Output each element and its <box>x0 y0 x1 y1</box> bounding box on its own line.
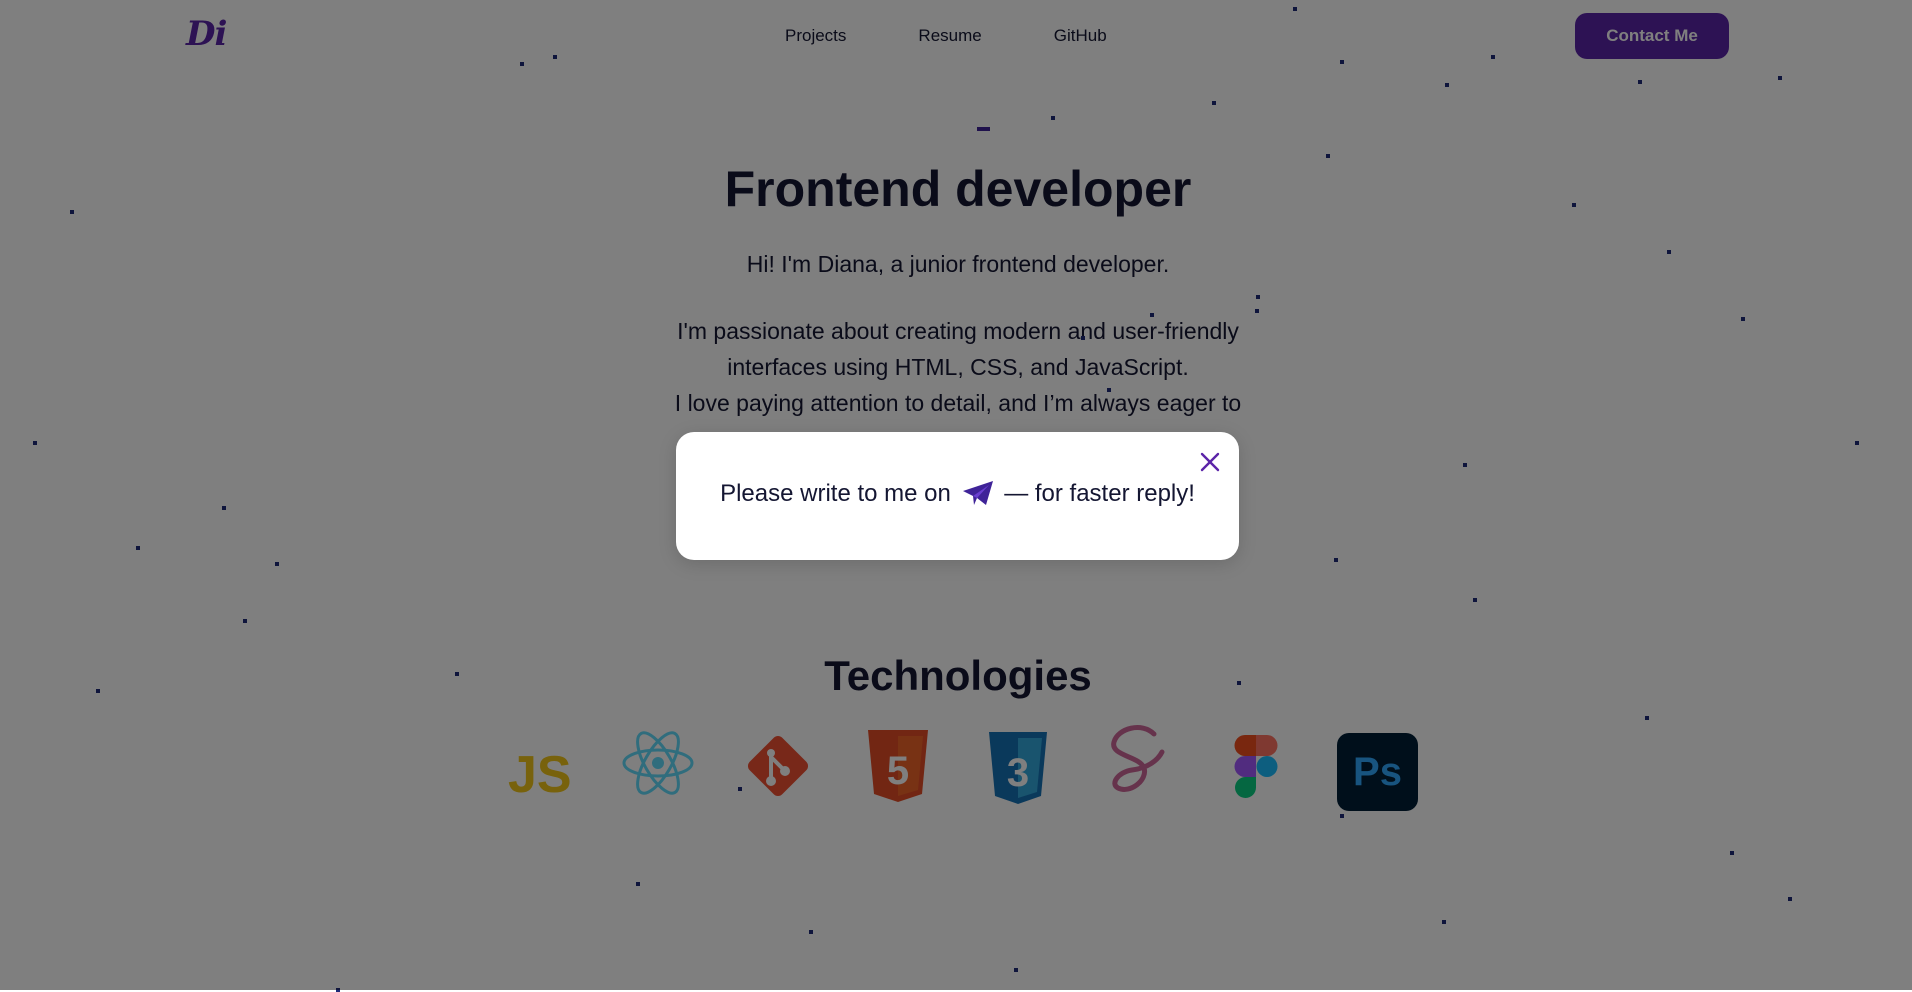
contact-modal: Please write to me on — for faster reply… <box>676 432 1239 560</box>
modal-message-before: Please write to me on <box>720 480 951 507</box>
modal-message-after: — for faster reply! <box>1004 480 1195 507</box>
close-icon <box>1200 452 1220 472</box>
telegram-link[interactable] <box>962 480 994 513</box>
close-button[interactable] <box>1195 447 1225 477</box>
telegram-icon <box>962 481 993 505</box>
modal-message: Please write to me on — for faster reply… <box>676 480 1239 513</box>
